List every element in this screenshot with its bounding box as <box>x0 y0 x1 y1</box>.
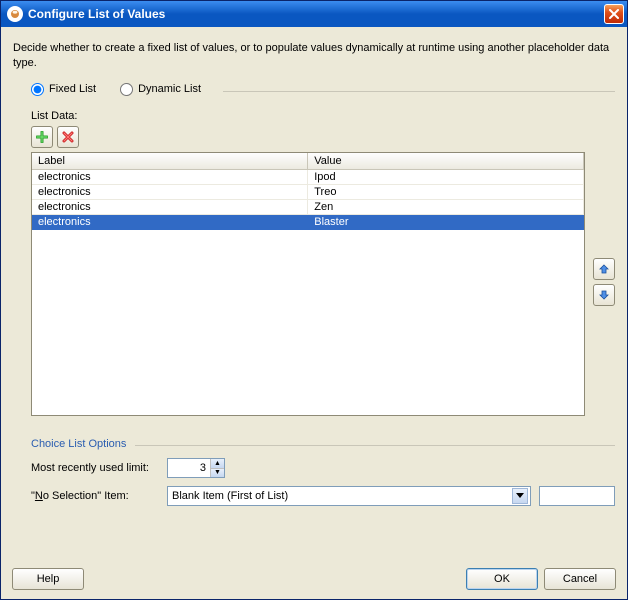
radio-dynamic-input[interactable] <box>120 83 133 96</box>
cell-label[interactable]: electronics <box>32 215 308 230</box>
cancel-button[interactable]: Cancel <box>544 568 616 590</box>
table-row[interactable]: electronicsZen <box>32 200 584 215</box>
choice-list-options-group: Choice List Options Most recently used l… <box>31 430 615 506</box>
description-text: Decide whether to create a fixed list of… <box>13 41 615 71</box>
delete-row-button[interactable] <box>57 126 79 148</box>
add-icon <box>36 131 48 143</box>
cell-value[interactable]: Blaster <box>308 215 584 230</box>
no-selection-dropdown[interactable]: Blank Item (First of List) <box>167 486 531 506</box>
choice-list-options-title: Choice List Options <box>31 438 132 450</box>
no-selection-label: "No Selection" Item: <box>31 490 159 502</box>
reorder-buttons <box>593 258 615 306</box>
table-row[interactable]: electronicsBlaster <box>32 215 584 230</box>
no-selection-value: Blank Item (First of List) <box>172 490 512 502</box>
list-data-table[interactable]: Label Value electronicsIpodelectronicsTr… <box>31 152 585 416</box>
cell-label[interactable]: electronics <box>32 170 308 185</box>
radio-fixed-input[interactable] <box>31 83 44 96</box>
mru-label: Most recently used limit: <box>31 462 159 474</box>
cell-label[interactable]: electronics <box>32 200 308 215</box>
add-row-button[interactable] <box>31 126 53 148</box>
cell-value[interactable]: Treo <box>308 185 584 200</box>
delete-icon <box>62 131 74 143</box>
table-row[interactable]: electronicsIpod <box>32 170 584 185</box>
list-toolbar <box>31 126 615 148</box>
radio-dynamic-label: Dynamic List <box>138 83 201 95</box>
arrow-up-icon <box>598 263 610 275</box>
move-down-button[interactable] <box>593 284 615 306</box>
window-title: Configure List of Values <box>28 7 604 21</box>
dialog-button-bar: Help OK Cancel <box>12 568 616 590</box>
mru-spin-up[interactable]: ▲ <box>211 459 224 468</box>
mode-radio-group: Fixed List Dynamic List <box>13 81 615 102</box>
radio-fixed-label: Fixed List <box>49 83 96 95</box>
help-button[interactable]: Help <box>12 568 84 590</box>
ok-button[interactable]: OK <box>466 568 538 590</box>
radio-fixed-list[interactable]: Fixed List <box>31 83 96 96</box>
close-button[interactable] <box>604 4 624 24</box>
chevron-down-icon <box>512 488 528 504</box>
radio-dynamic-list[interactable]: Dynamic List <box>120 83 201 96</box>
cell-label[interactable]: electronics <box>32 185 308 200</box>
cell-value[interactable]: Zen <box>308 200 584 215</box>
mru-spin-down[interactable]: ▼ <box>211 468 224 477</box>
column-header-label[interactable]: Label <box>32 153 308 170</box>
cell-value[interactable]: Ipod <box>308 170 584 185</box>
table-header-row: Label Value <box>32 153 584 170</box>
list-data-label: List Data: <box>31 110 615 122</box>
title-bar: Configure List of Values <box>1 1 627 27</box>
no-selection-extra-input[interactable] <box>539 486 615 506</box>
mru-input[interactable] <box>168 459 210 477</box>
arrow-down-icon <box>598 289 610 301</box>
app-icon <box>7 6 23 22</box>
column-header-value[interactable]: Value <box>308 153 584 170</box>
table-row[interactable]: electronicsTreo <box>32 185 584 200</box>
move-up-button[interactable] <box>593 258 615 280</box>
mru-spinner[interactable]: ▲ ▼ <box>167 458 225 478</box>
